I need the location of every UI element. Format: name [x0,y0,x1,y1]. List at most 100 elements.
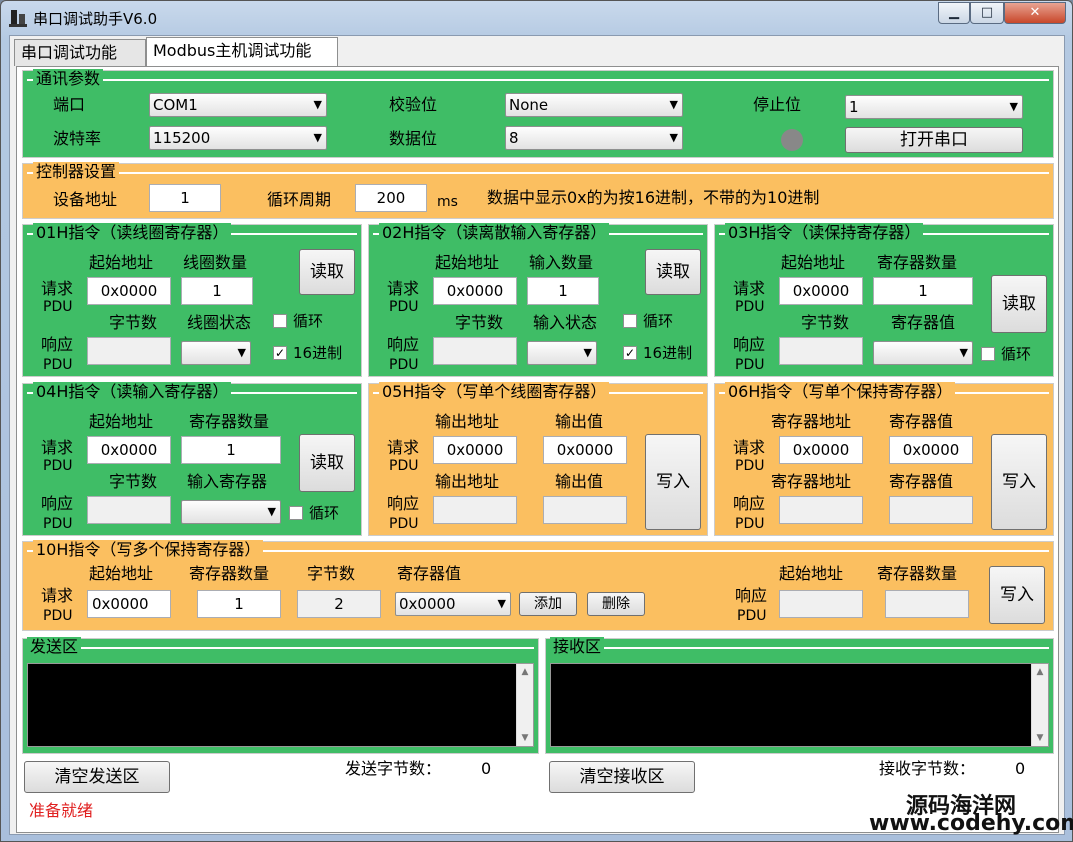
output-value-label: 输出值 [555,412,604,431]
tab-serial-debug[interactable]: 串口调试功能 [14,39,146,66]
cycle-period-input[interactable]: 200 [355,184,427,212]
parity-label: 校验位 [389,95,438,114]
f02-input-state-select[interactable]: ▼ [527,341,597,365]
maximize-button[interactable]: □ [970,2,1004,24]
f03-loop-checkbox[interactable] [981,347,995,361]
f10-start-addr-input[interactable]: 0x0000 [87,590,171,618]
f10-register-value: 0x0000 [399,595,456,613]
comm-params-group: 通讯参数 端口 COM1 ▼ 波特率 115200 ▼ 校验位 None ▼ 数据位 … [22,69,1054,158]
receive-count-label: 接收字节数： [879,759,976,778]
clear-send-button[interactable]: 清空发送区 [24,761,170,793]
open-port-button[interactable]: 打开串口 [845,127,1023,153]
pdu-label: PDU [735,516,765,532]
f05-output-addr-input[interactable]: 0x0000 [433,436,517,464]
chevron-down-icon: ▼ [313,131,322,144]
f04-input-register-select[interactable]: ▼ [181,500,281,524]
f03-start-addr-input[interactable]: 0x0000 [779,277,863,305]
parity-select[interactable]: None ▼ [505,93,683,117]
f01-coil-state-select[interactable]: ▼ [181,341,251,365]
f01-read-button[interactable]: 读取 [299,249,355,295]
scroll-up-icon[interactable]: ▲ [1032,664,1048,680]
f10-qty-input[interactable]: 1 [197,590,281,618]
send-area-title: 发送区 [27,637,82,657]
byte-count-label: 字节数 [801,313,850,332]
f01-qty-input[interactable]: 1 [181,277,253,305]
resp-start-addr-label: 起始地址 [779,564,844,583]
pdu-label: PDU [389,458,419,474]
minimize-icon: ▁ [949,5,959,20]
func-10h-title: 10H指令（写多个保持寄存器） [33,540,264,560]
clear-receive-button[interactable]: 清空接收区 [549,761,695,793]
cycle-period-label: 循环周期 [267,190,332,209]
chevron-down-icon: ▼ [669,131,678,144]
f02-start-addr-input[interactable]: 0x0000 [433,277,517,305]
receive-scrollbar[interactable]: ▲ ▼ [1031,664,1048,746]
f06-register-value-input[interactable]: 0x0000 [889,436,973,464]
controller-settings-title: 控制器设置 [33,162,120,182]
chevron-down-icon: ▼ [267,505,276,518]
f10-write-button[interactable]: 写入 [989,566,1045,624]
pdu-label: PDU [735,357,765,373]
start-addr-label: 起始地址 [435,253,500,272]
f03-qty-input[interactable]: 1 [873,277,973,305]
f06-register-addr-input[interactable]: 0x0000 [779,436,863,464]
f04-loop-checkbox[interactable] [289,506,303,520]
scroll-up-icon[interactable]: ▲ [517,664,533,680]
scroll-down-icon[interactable]: ▼ [517,730,533,746]
app-icon [9,10,27,27]
f01-loop-checkbox[interactable] [273,314,287,328]
send-scrollbar[interactable]: ▲ ▼ [516,664,533,746]
f02-byte-count-field [433,337,517,365]
tab-content: 通讯参数 端口 COM1 ▼ 波特率 115200 ▼ 校验位 None ▼ 数据位 … [16,66,1059,833]
func-10h-group: 10H指令（写多个保持寄存器） 请求 PDU 起始地址 0x0000 寄存器数量… [22,540,1054,631]
f02-qty-input[interactable]: 1 [527,277,599,305]
baud-value: 115200 [153,129,211,147]
stopbits-select[interactable]: 1 ▼ [845,95,1023,119]
port-select[interactable]: COM1 ▼ [149,93,327,117]
tab-modbus-master[interactable]: Modbus主机调试功能 [146,37,338,66]
f06-write-button[interactable]: 写入 [991,434,1047,530]
send-textarea[interactable]: ▲ ▼ [27,663,534,747]
f10-register-value-select[interactable]: 0x0000 ▼ [395,592,511,616]
f03-byte-count-field [779,337,863,365]
f05-resp-addr-field [433,496,517,524]
f04-read-button[interactable]: 读取 [299,434,355,492]
f03-read-button[interactable]: 读取 [991,275,1047,333]
f02-hex-checkbox[interactable]: ✓ [623,346,637,360]
f04-qty-input[interactable]: 1 [181,436,281,464]
receive-textarea[interactable]: ▲ ▼ [550,663,1049,747]
request-label: 请求 [387,279,420,298]
pdu-label: PDU [735,458,765,474]
f10-add-button[interactable]: 添加 [519,592,577,616]
f04-start-addr-input[interactable]: 0x0000 [87,436,171,464]
f06-resp-value-field [889,496,973,524]
f05-write-button[interactable]: 写入 [645,434,701,530]
f03-register-value-select[interactable]: ▼ [873,341,973,365]
func-01h-title: 01H指令（读线圈寄存器） [33,223,232,243]
func-04h-group: 04H指令（读输入寄存器） 请求 PDU 起始地址 0x0000 寄存器数量 1… [22,382,362,536]
f05-output-value-input[interactable]: 0x0000 [543,436,627,464]
request-label: 请求 [733,438,766,457]
scroll-down-icon[interactable]: ▼ [1032,730,1048,746]
port-value: COM1 [153,96,198,114]
minimize-button[interactable]: ▁ [938,2,970,24]
f02-read-button[interactable]: 读取 [645,249,701,295]
baud-select[interactable]: 115200 ▼ [149,126,327,150]
f02-loop-checkbox[interactable] [623,314,637,328]
receive-count-value: 0 [1015,759,1026,778]
f10-delete-button[interactable]: 删除 [587,592,645,616]
chevron-down-icon: ▼ [313,98,322,111]
device-address-input[interactable]: 1 [149,184,221,212]
response-label: 响应 [387,335,420,354]
func-02h-group: 02H指令（读离散输入寄存器） 请求 PDU 起始地址 0x0000 输入数量 … [368,223,708,377]
f01-hex-checkbox[interactable]: ✓ [273,346,287,360]
title-bar[interactable]: 串口调试助手V6.0 ▁ □ ✕ [1,1,1072,35]
databits-label: 数据位 [389,129,438,148]
register-addr-label: 寄存器地址 [771,412,852,431]
start-addr-label: 起始地址 [89,253,154,272]
f06-resp-addr-field [779,496,863,524]
f01-start-addr-input[interactable]: 0x0000 [87,277,171,305]
databits-select[interactable]: 8 ▼ [505,126,683,150]
close-button[interactable]: ✕ [1004,2,1066,24]
client-area: 串口调试功能 Modbus主机调试功能 通讯参数 端口 COM1 ▼ 波特率 11… [9,35,1065,835]
